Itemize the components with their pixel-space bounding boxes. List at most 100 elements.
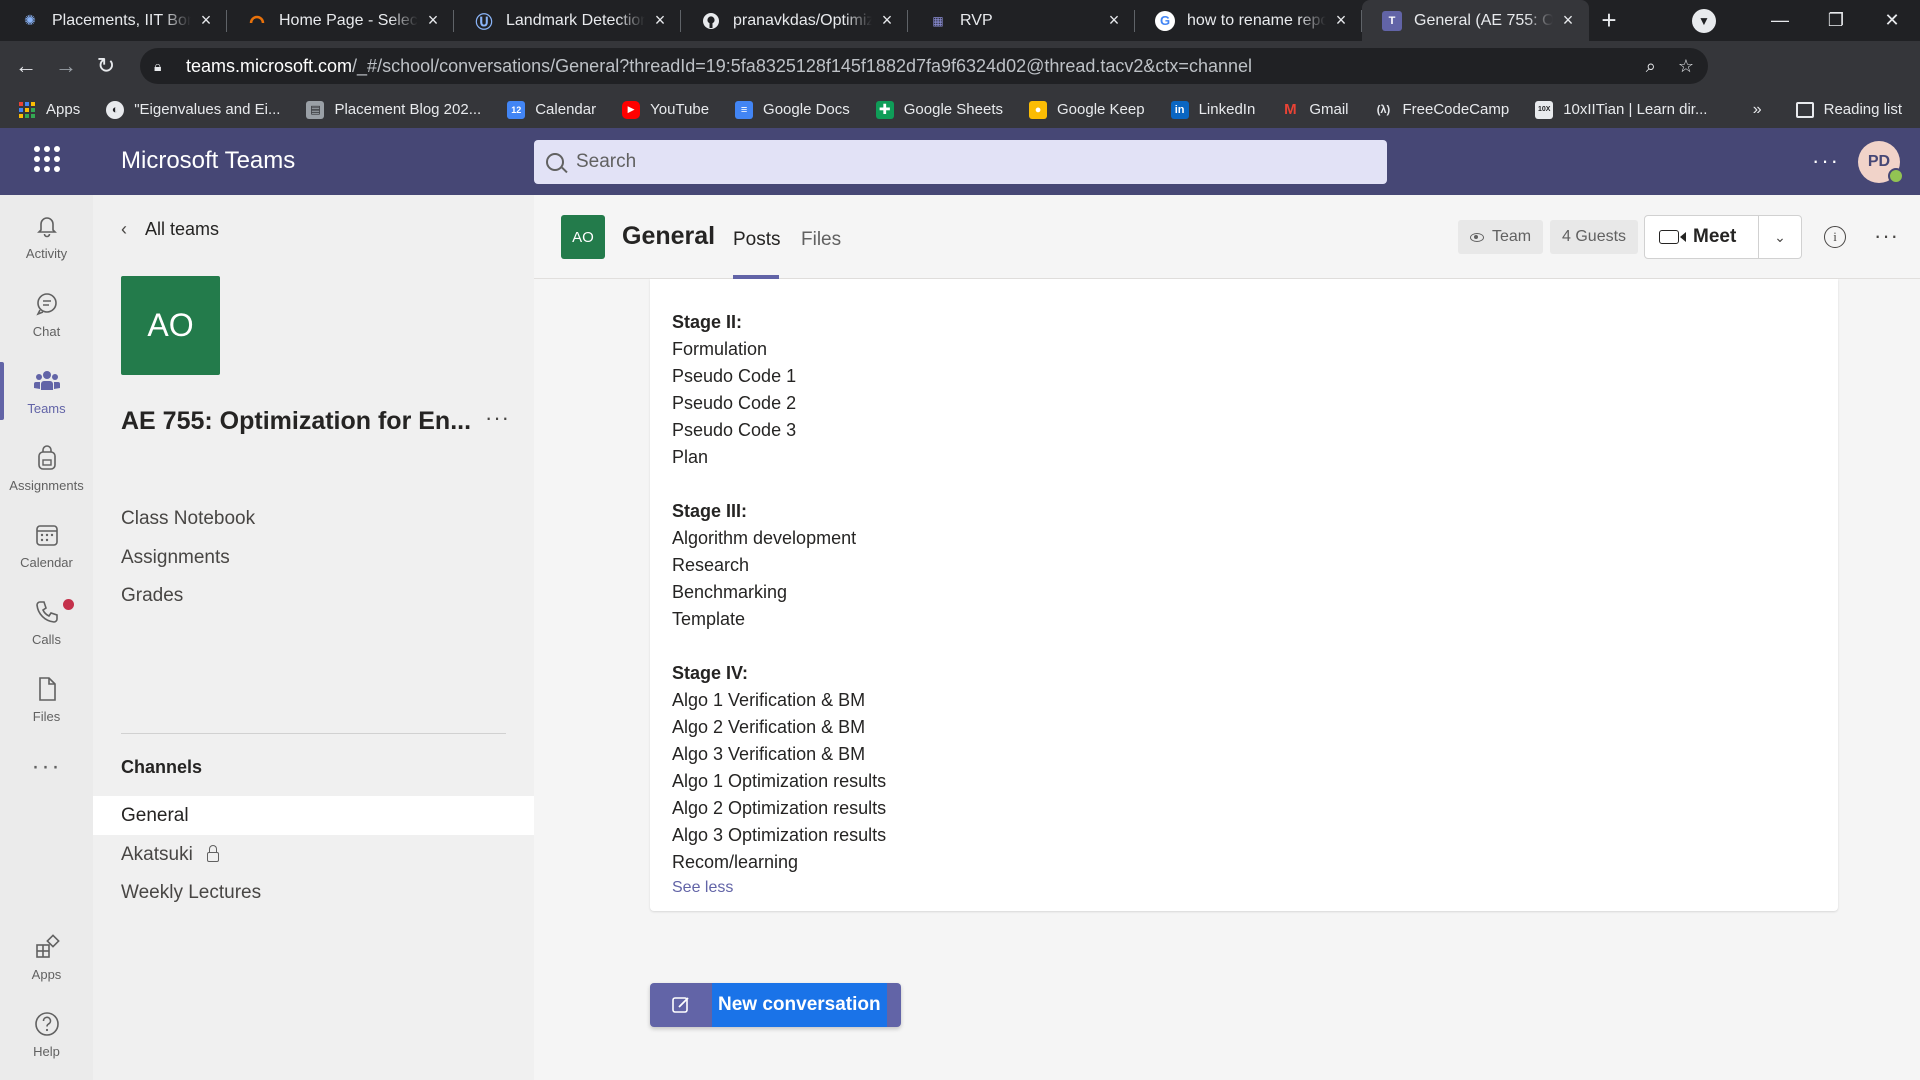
close-icon[interactable]: ×: [424, 10, 442, 31]
guests-pill[interactable]: 4 Guests: [1550, 220, 1639, 254]
search-box[interactable]: [534, 140, 1387, 184]
tab-files[interactable]: Files: [801, 229, 841, 251]
bookmark-item[interactable]: in LinkedIn: [1170, 100, 1256, 119]
reload-icon[interactable]: ↻: [88, 48, 124, 84]
new-tab-button[interactable]: +: [1589, 0, 1629, 41]
bookmark-label: Google Docs: [763, 101, 850, 118]
docs-icon: ≡: [735, 100, 754, 119]
channel-weekly-lectures[interactable]: Weekly Lectures: [93, 873, 534, 912]
lock-icon[interactable]: 🔒︎: [154, 58, 174, 75]
bookmark-item[interactable]: M Gmail: [1281, 101, 1348, 119]
browser-tab[interactable]: ▦ RVP ×: [908, 0, 1135, 41]
browser-tab[interactable]: G how to rename reposi ×: [1135, 0, 1362, 41]
browser-tab[interactable]: Ⓤ Landmark Detection & ×: [454, 0, 681, 41]
new-conversation-button[interactable]: New conversation: [650, 983, 901, 1027]
rail-item-files[interactable]: Files: [0, 664, 93, 734]
rail-item-teams[interactable]: Teams: [0, 356, 93, 426]
tab-posts[interactable]: Posts: [733, 229, 781, 251]
channel-general[interactable]: General: [93, 796, 534, 835]
rail-item-calendar[interactable]: Calendar: [0, 510, 93, 580]
reading-list-button[interactable]: Reading list: [1824, 101, 1902, 118]
channel-akatsuki[interactable]: Akatsuki: [93, 835, 534, 874]
minimize-icon[interactable]: —: [1752, 10, 1808, 31]
rail-item-apps[interactable]: Apps: [0, 922, 93, 992]
close-icon[interactable]: ×: [651, 10, 669, 31]
rail-item-help[interactable]: Help: [0, 999, 93, 1069]
info-icon[interactable]: i: [1824, 226, 1846, 248]
class-notebook-link[interactable]: Class Notebook: [121, 508, 255, 530]
browser-tab[interactable]: ✺ Placements, IIT Bombay ×: [0, 0, 227, 41]
bookmark-item[interactable]: ≡ Google Docs: [735, 100, 850, 119]
bookmark-item[interactable]: 12 Calendar: [507, 100, 597, 119]
bookmarks-overflow-icon[interactable]: »: [1753, 101, 1762, 119]
rail-item-activity[interactable]: Activity: [0, 201, 93, 271]
address-bar[interactable]: 🔒︎ teams.microsoft.com/_#/school/convers…: [140, 48, 1708, 84]
rail-item-chat[interactable]: Chat: [0, 279, 93, 349]
back-arrow-icon[interactable]: ←: [8, 48, 44, 84]
youtube-icon: ▶: [622, 100, 641, 119]
browser-tab-active[interactable]: T General (AE 755: Optim ×: [1362, 0, 1589, 41]
forward-arrow-icon[interactable]: →: [48, 48, 84, 84]
stage-item: Formulation: [672, 339, 768, 359]
close-icon[interactable]: ×: [1105, 10, 1123, 31]
google-icon: G: [1155, 10, 1175, 31]
bookmark-item[interactable]: ● Google Keep: [1029, 100, 1145, 119]
bookmark-item[interactable]: ✚ Google Sheets: [875, 100, 1003, 119]
grid-dots-icon: ▦: [932, 13, 944, 28]
search-input[interactable]: [576, 151, 1356, 173]
close-window-icon[interactable]: ✕: [1864, 10, 1920, 31]
stage-item: Algo 1 Verification & BM: [672, 690, 866, 710]
stage-item: Algo 2 Verification & BM: [672, 717, 866, 737]
grades-link[interactable]: Grades: [121, 585, 183, 607]
close-icon[interactable]: ×: [197, 10, 215, 31]
stage-item: Template: [672, 609, 746, 629]
bookmark-item[interactable]: ▶ YouTube: [622, 100, 709, 119]
chevron-down-icon[interactable]: ⌄: [1759, 229, 1801, 246]
bookmark-label: LinkedIn: [1198, 101, 1256, 118]
bookmark-item[interactable]: 10X 10xIITian | Learn dir...: [1535, 100, 1707, 119]
zoom-icon[interactable]: ⌕: [1646, 56, 1656, 77]
chat-icon: [33, 290, 61, 318]
close-icon[interactable]: ×: [1559, 10, 1577, 31]
see-less-link[interactable]: See less: [672, 879, 733, 897]
browser-tab-strip: ✺ Placements, IIT Bombay × Home Page - S…: [0, 0, 1920, 41]
all-teams-link[interactable]: ‹ All teams: [121, 219, 219, 240]
browser-tab[interactable]: Home Page - Select or ×: [227, 0, 454, 41]
more-options-icon[interactable]: ···: [1812, 148, 1840, 174]
team-pill[interactable]: Team: [1458, 220, 1544, 254]
teams-header: Microsoft Teams ··· PD: [0, 128, 1920, 195]
help-icon: [33, 1010, 61, 1038]
bookmark-label: Calendar: [535, 101, 597, 118]
assignments-link[interactable]: Assignments: [121, 547, 230, 569]
tab-search-icon[interactable]: ▼: [1692, 8, 1716, 33]
stage-item: Algo 1 Optimization results: [672, 771, 887, 791]
app-launcher-icon[interactable]: [34, 146, 60, 172]
bookmark-label: Google Keep: [1057, 101, 1145, 118]
rail-label: Help: [33, 1043, 60, 1059]
channel-more-options-icon[interactable]: ···: [1874, 223, 1899, 249]
bookmark-label: Apps: [46, 101, 81, 118]
ring-icon: [247, 11, 267, 31]
team-avatar-tile: AO: [121, 276, 220, 375]
stage-item: Recom/learning: [672, 852, 799, 872]
meet-now-button[interactable]: Meet: [1645, 216, 1759, 258]
bookmark-item[interactable]: ▤ Placement Blog 202...: [306, 100, 481, 119]
close-icon[interactable]: ×: [1332, 10, 1350, 31]
stage-item: Pseudo Code 2: [672, 393, 797, 413]
bookmark-item[interactable]: Apps: [18, 101, 80, 119]
browser-tab[interactable]: pranavkdas/Optimizati ×: [681, 0, 908, 41]
bookmark-item[interactable]: (λ) FreeCodeCamp: [1374, 101, 1509, 119]
gmail-icon: M: [1284, 101, 1297, 118]
linkedin-icon: in: [1170, 100, 1189, 119]
phone-icon: [33, 598, 61, 626]
bookmark-star-icon[interactable]: ☆: [1678, 56, 1694, 77]
rail-item-assignments[interactable]: Assignments: [0, 433, 93, 503]
bookmark-item[interactable]: ◐ "Eigenvalues and Ei...: [106, 100, 280, 119]
close-icon[interactable]: ×: [878, 10, 896, 31]
channel-team-tile: AO: [561, 215, 605, 259]
rail-more-icon[interactable]: ···: [0, 753, 93, 781]
restore-icon[interactable]: ❐: [1808, 10, 1864, 31]
panel-divider: [121, 733, 506, 734]
team-more-options-icon[interactable]: ···: [485, 405, 510, 431]
rail-item-calls[interactable]: Calls: [0, 587, 93, 657]
